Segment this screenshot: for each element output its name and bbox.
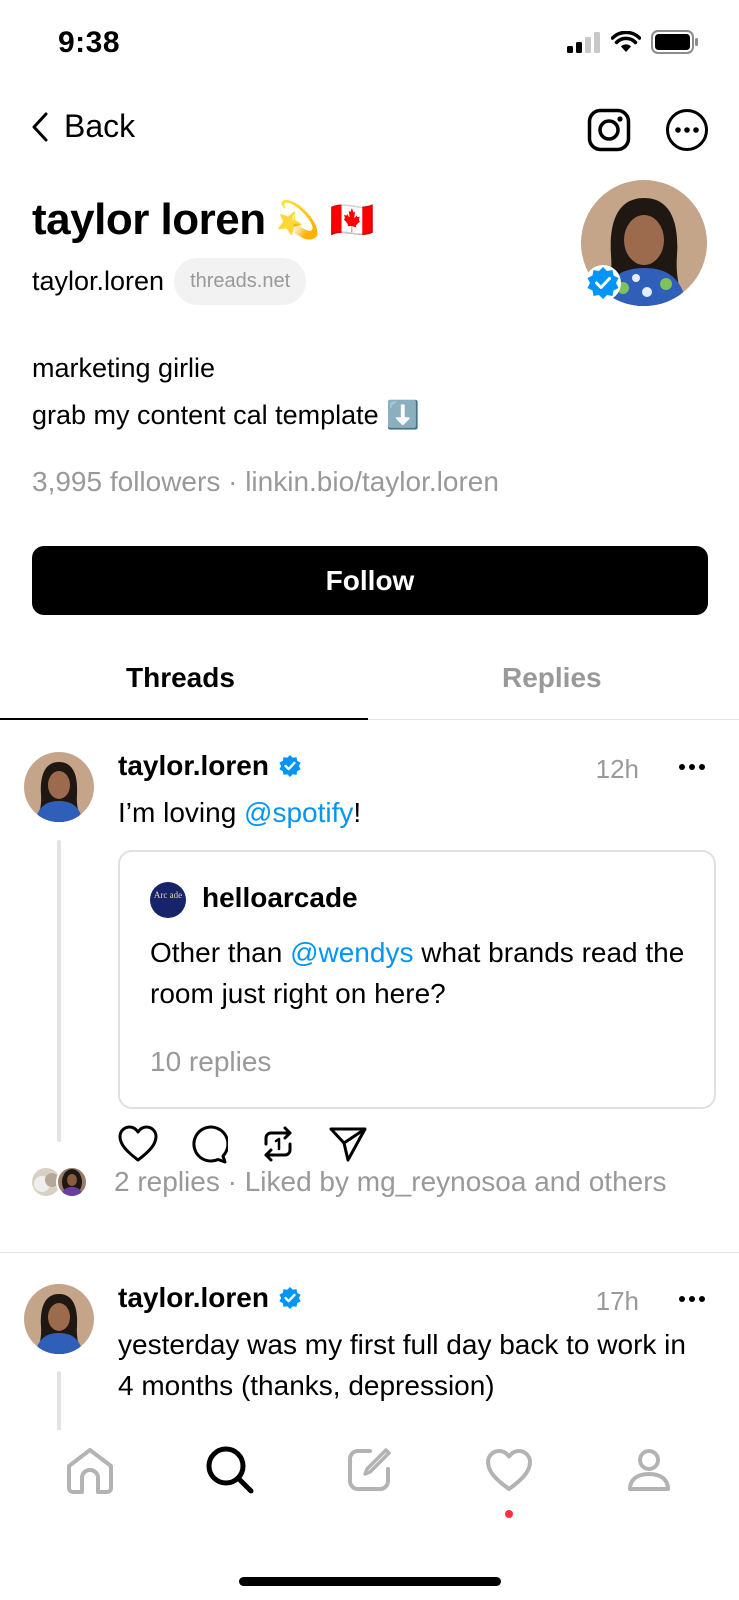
post-timestamp: 17h (595, 1286, 639, 1316)
search-icon (206, 1446, 254, 1494)
signal-icon (567, 32, 600, 53)
tab-threads[interactable]: Threads (126, 662, 235, 694)
top-nav: Back (0, 108, 739, 154)
post-timestamp: 12h (595, 754, 639, 784)
profile-tabs: Threads Replies (0, 640, 739, 720)
thread-post: taylor.loren 12h I’m loving @spotify! Ar… (0, 720, 739, 1250)
quoted-text-before: Other than (150, 937, 291, 968)
post-avatar[interactable] (24, 1284, 94, 1354)
quoted-mention[interactable]: @wendys (290, 937, 413, 968)
back-button[interactable]: Back (30, 108, 135, 145)
more-icon[interactable] (677, 752, 707, 782)
heart-icon[interactable] (118, 1125, 158, 1163)
verified-badge-icon (279, 1287, 301, 1309)
post-reply-meta[interactable]: 2 replies · Liked by mg_reynosoa and oth… (30, 1166, 667, 1198)
nav-profile[interactable] (609, 1430, 689, 1510)
profile-name-text: taylor loren (32, 195, 266, 244)
replier-avatar (56, 1166, 88, 1198)
thread-line (57, 1371, 61, 1431)
status-bar: 9:38 (0, 0, 739, 90)
post-actions (118, 1124, 368, 1164)
post-username[interactable]: taylor.loren (118, 750, 303, 782)
post-text: I’m loving @spotify! (118, 792, 718, 833)
heart-icon (486, 1449, 533, 1491)
quoted-post-username[interactable]: helloarcade (202, 882, 358, 914)
profile-stats[interactable]: 3,995 followers · linkin.bio/taylor.lore… (32, 466, 499, 498)
status-time: 9:38 (58, 26, 121, 59)
comment-icon[interactable] (188, 1124, 228, 1164)
quoted-post-text: Other than @wendys what brands read the … (150, 932, 690, 1014)
back-label: Back (64, 108, 136, 144)
bio-line-2: grab my content cal template ⬇️ (32, 400, 420, 430)
domain-pill[interactable]: threads.net (174, 258, 307, 305)
post-text: yesterday was my first full day back to … (118, 1329, 686, 1401)
post-username-text: taylor.loren (118, 750, 269, 781)
bottom-nav (0, 1430, 739, 1540)
profile-name: taylor loren 💫 🇨🇦 (32, 195, 374, 245)
repost-icon[interactable] (258, 1124, 298, 1164)
verified-badge-icon (585, 265, 621, 301)
wifi-icon (611, 31, 641, 52)
profile-icon (628, 1449, 671, 1491)
post-text-after: ! (353, 797, 362, 828)
tab-replies[interactable]: Replies (502, 662, 602, 694)
nav-compose[interactable] (329, 1430, 409, 1510)
post-mention[interactable]: @spotify (244, 797, 353, 828)
quoted-post-avatar[interactable]: Arc ade (150, 882, 186, 918)
share-icon[interactable] (328, 1125, 368, 1163)
bio-line-1: marketing girlie (32, 353, 216, 383)
quoted-post-replies[interactable]: 10 replies (150, 1046, 271, 1078)
post-meta-text: 2 replies · Liked by mg_reynosoa and oth… (114, 1166, 667, 1197)
profile-handle-row: taylor.loren threads.net (32, 258, 307, 305)
profile-handle: taylor.loren (32, 266, 165, 296)
compose-icon (348, 1448, 392, 1491)
battery-icon (651, 30, 698, 54)
profile-name-emojis: 💫 🇨🇦 (275, 199, 375, 240)
status-icons (567, 30, 699, 54)
nav-search[interactable] (190, 1430, 270, 1510)
verified-badge-icon (279, 755, 301, 777)
quoted-post[interactable]: Arc ade helloarcade Other than @wendys w… (118, 850, 716, 1109)
post-avatar[interactable] (24, 752, 94, 822)
instagram-icon[interactable] (587, 108, 631, 152)
follow-button[interactable]: Follow (32, 546, 708, 615)
home-icon (66, 1448, 113, 1494)
post-text-before: I’m loving (118, 797, 245, 828)
top-nav-actions (587, 108, 709, 152)
home-indicator[interactable] (239, 1577, 501, 1586)
chevron-left-icon (32, 112, 48, 141)
notification-dot (505, 1510, 514, 1518)
nav-activity[interactable] (469, 1430, 549, 1518)
thread-line (57, 840, 61, 1142)
more-options-icon[interactable] (665, 108, 709, 152)
post-username[interactable]: taylor.loren (118, 1282, 303, 1314)
profile-bio: marketing girlie grab my content cal tem… (32, 345, 420, 439)
nav-home[interactable] (50, 1430, 130, 1510)
more-icon[interactable] (677, 1284, 707, 1314)
thread-post: taylor.loren 17h yesterday was my first … (0, 1253, 739, 1431)
post-username-text: taylor.loren (118, 1282, 269, 1313)
